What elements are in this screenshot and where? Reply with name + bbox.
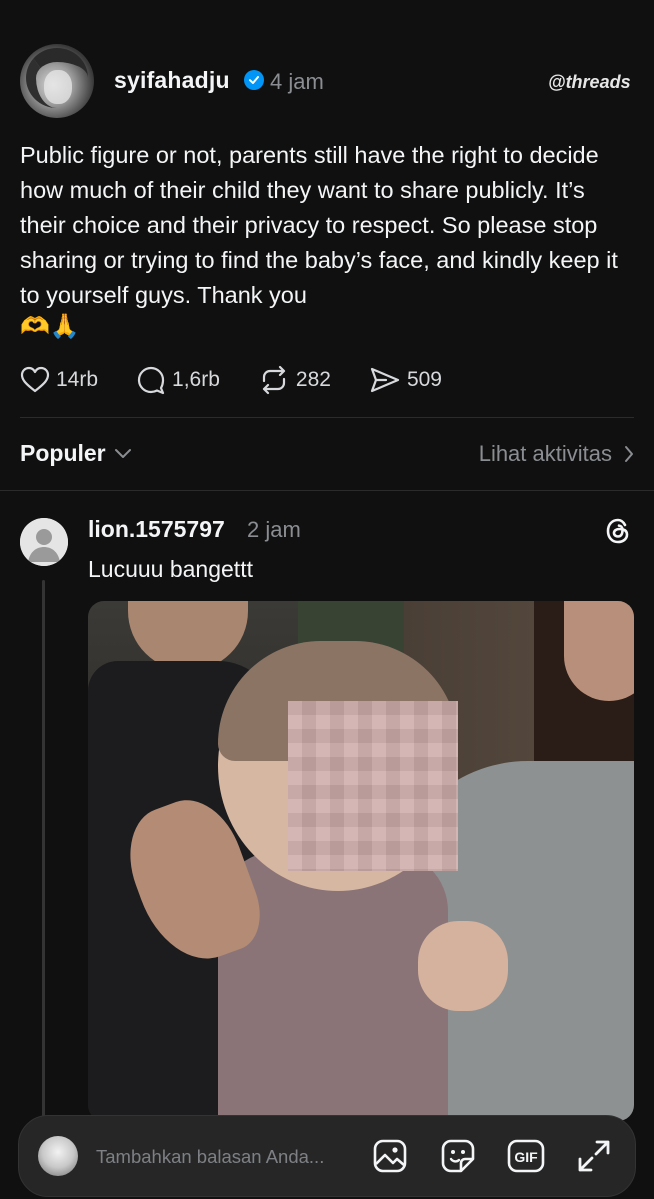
reply-username[interactable]: lion.1575797: [88, 516, 225, 543]
sticker-icon[interactable]: [438, 1136, 478, 1176]
gif-icon[interactable]: GIF: [506, 1136, 546, 1176]
reply-button[interactable]: 1,6rb: [136, 365, 220, 395]
threads-icon[interactable]: [603, 516, 633, 551]
chevron-right-icon: [625, 446, 633, 462]
reply-body: Lucuuu bangettt: [88, 556, 253, 582]
threads-logo: @threads: [548, 72, 631, 92]
reply-input[interactable]: [96, 1146, 356, 1168]
chevron-down-icon: [114, 448, 131, 458]
comment-icon: [137, 366, 165, 395]
like-button[interactable]: 14rb: [20, 366, 98, 394]
view-activity-label: Lihat aktivitas: [478, 441, 612, 466]
repost-icon: [262, 365, 286, 395]
svg-text:GIF: GIF: [514, 1149, 538, 1165]
author-username[interactable]: syifahadju: [114, 67, 230, 94]
share-count: 509: [406, 368, 442, 391]
divider: [20, 417, 634, 418]
reply-avatar[interactable]: [20, 518, 68, 566]
reply-photo[interactable]: [88, 601, 634, 1121]
divider: [0, 490, 654, 491]
share-button[interactable]: 509: [369, 365, 442, 395]
image-icon[interactable]: [370, 1136, 410, 1176]
pixelated-face: [288, 701, 458, 871]
reply-time: 2 jam: [247, 517, 301, 542]
post-body: Public figure or not, parents still have…: [20, 142, 618, 308]
reply-count: 1,6rb: [172, 368, 220, 391]
verified-badge-icon: [244, 70, 264, 90]
thread-line: [42, 580, 45, 1120]
author-avatar[interactable]: [20, 44, 94, 118]
threads-logo-text: threads: [565, 72, 631, 92]
repost-count: 282: [295, 368, 331, 391]
view-activity-link[interactable]: Lihat aktivitas: [479, 441, 634, 467]
sort-dropdown[interactable]: Populer: [20, 440, 132, 467]
default-user-icon: [20, 518, 68, 566]
send-icon: [370, 367, 400, 393]
like-count: 14rb: [56, 368, 99, 391]
sort-label: Populer: [20, 440, 106, 466]
post-actions: 14rb 1,6rb 282 509: [20, 364, 480, 396]
post-time: 4 jam: [270, 69, 324, 94]
repost-button[interactable]: 282: [258, 365, 331, 395]
expand-icon[interactable]: [574, 1136, 614, 1176]
current-user-avatar: [38, 1136, 78, 1176]
heart-icon: [20, 366, 50, 393]
post-emojis: 🫶🙏: [20, 313, 80, 340]
